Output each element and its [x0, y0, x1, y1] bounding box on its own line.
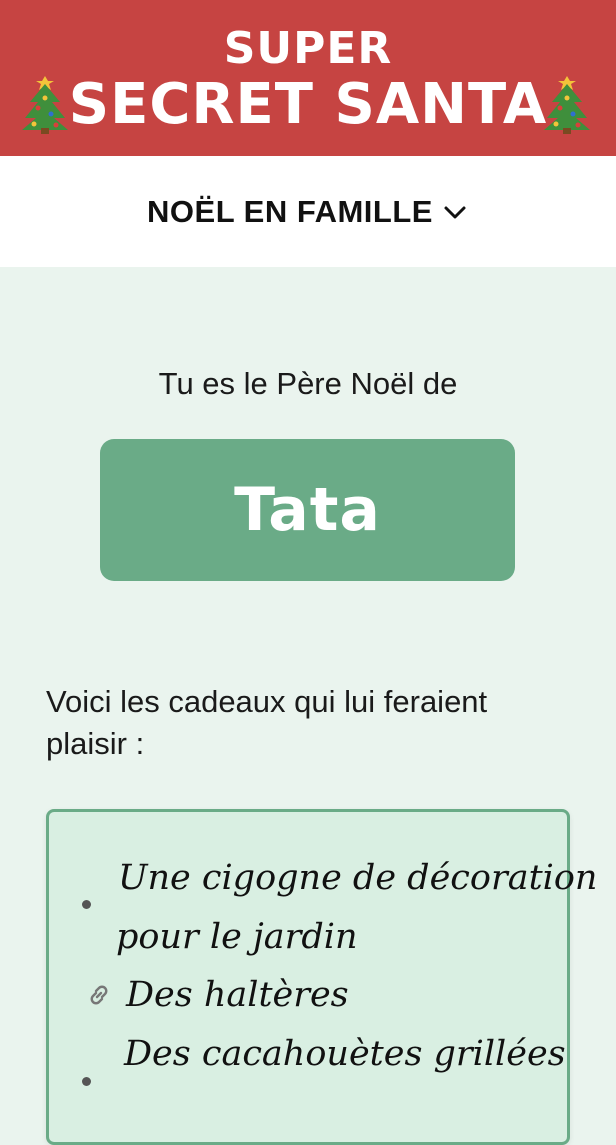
- wishlist-item: Une cigogne de décoration: [118, 858, 598, 898]
- link-icon[interactable]: [84, 980, 114, 1010]
- app-title-line-2: SECRET SANTA: [68, 72, 548, 137]
- app-title-line-1: SUPER: [223, 23, 393, 74]
- wishlist-item-link[interactable]: Des haltères: [126, 965, 349, 1025]
- group-name-label: NOËL EN FAMILLE: [147, 194, 433, 229]
- assignment-intro: Tu es le Père Noël de: [158, 366, 458, 401]
- recipient-name: Tata: [234, 475, 381, 545]
- group-selector-dropdown[interactable]: NOËL EN FAMILLE: [0, 190, 616, 234]
- wishlist-intro: Voici les cadeaux qui lui feraient plais…: [46, 684, 488, 761]
- wishlist-item-continued: pour le jardin: [116, 917, 358, 957]
- wishlist-item: Des cacahouètes grillées: [124, 1034, 566, 1074]
- recipient-card: Tata: [100, 439, 515, 581]
- list-bullet: [82, 1077, 91, 1086]
- list-bullet: [82, 900, 91, 909]
- chevron-down-icon: [444, 206, 466, 219]
